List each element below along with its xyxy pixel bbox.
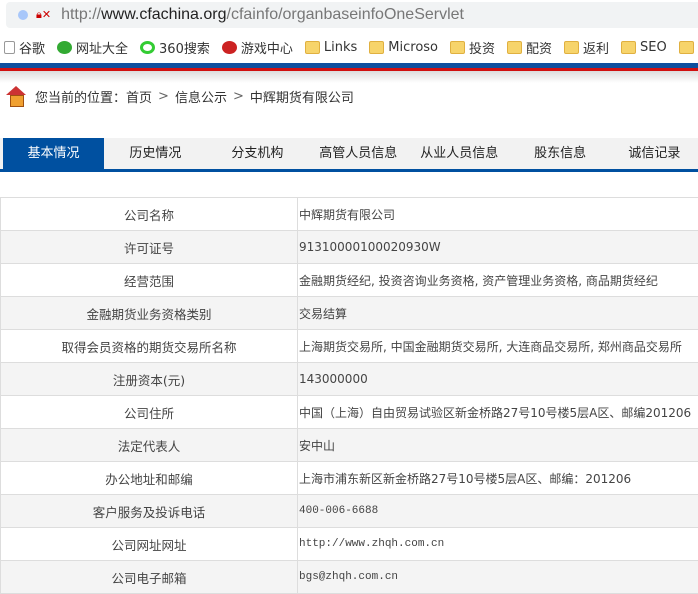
table-row: 经营范围 金融期货经纪, 投资咨询业务资格, 资产管理业务资格, 商品期货经纪 [0, 263, 698, 297]
hao123-icon [57, 40, 73, 54]
bookmark-google[interactable]: 谷歌 [4, 38, 45, 57]
breadcrumb-current: 中辉期货有限公司 [249, 90, 354, 106]
table-row: 金融期货业务资格类别 交易结算 [0, 296, 698, 330]
field-value: 143000000 [297, 362, 698, 396]
field-value: 上海市浦东新区新金桥路27号10号楼5层A区、邮编：201206 [297, 461, 698, 495]
table-row: 客户服务及投诉电话 400-006-6688 [0, 494, 698, 528]
page-icon [4, 40, 15, 54]
field-value: 交易结算 [297, 296, 698, 330]
bookmark-links[interactable]: Links [304, 39, 358, 55]
address-bar[interactable]: 🔒︎✕ http://www.cfachina.org/cfainfo/orga… [6, 2, 698, 28]
url-domain: www.cfachina.org [101, 6, 227, 23]
field-value: 中辉期货有限公司 [297, 197, 698, 231]
bookmark-label: 返利 [583, 41, 610, 57]
bookmarks-bar: 谷歌 网址大全 360搜索 游戏中心 Links Microso 投资 配资 返… [0, 34, 698, 60]
tab-credit-records[interactable]: 诚信记录 [611, 138, 698, 169]
field-label: 注册资本(元) [0, 362, 298, 396]
folder-icon [369, 40, 385, 54]
bookmark-label: 投资 [469, 41, 496, 57]
bookmark-label: 配资 [526, 41, 553, 57]
folder-icon [507, 40, 523, 54]
field-label: 经营范围 [0, 263, 298, 297]
breadcrumb-prefix: 您当前的位置： [35, 90, 127, 106]
breadcrumb-info[interactable]: 信息公示 [175, 87, 227, 106]
bookmark-360[interactable]: 360搜索 [140, 38, 210, 57]
bookmark-hao123[interactable]: 网址大全 [57, 38, 128, 57]
table-row: 公司住所 中国（上海）自由贸易试验区新金桥路27号10号楼5层A区、邮编20120… [0, 395, 698, 429]
bookmark-logistics[interactable]: 物流 [678, 38, 698, 57]
field-value: 安中山 [297, 428, 698, 462]
bookmark-label: 网址大全 [76, 41, 129, 57]
field-label: 公司网址网址 [0, 527, 298, 561]
field-value[interactable]: bgs@zhqh.com.cn [297, 560, 698, 594]
folder-icon [564, 40, 580, 54]
breadcrumb-separator: > [158, 88, 169, 104]
table-row: 许可证号 91310000100020930W [0, 230, 698, 264]
table-row: 注册资本(元) 143000000 [0, 362, 698, 396]
field-label: 办公地址和邮编 [0, 461, 298, 495]
bookmark-label: 360搜索 [159, 41, 210, 57]
folder-icon [304, 40, 320, 54]
tab-shareholders[interactable]: 股东信息 [510, 138, 611, 169]
bookmark-label: Links [323, 39, 358, 55]
breadcrumb: 您当前的位置： 首页 > 信息公示 > 中辉期货有限公司 [6, 86, 354, 107]
header-shadow [0, 71, 698, 83]
field-value: 中国（上海）自由贸易试验区新金桥路27号10号楼5层A区、邮编201206 [297, 395, 698, 429]
field-value: 400-006-6688 [297, 494, 698, 528]
table-row: 法定代表人 安中山 [0, 428, 698, 462]
bookmark-microsoft[interactable]: Microso [369, 40, 438, 55]
field-label: 公司电子邮箱 [0, 560, 298, 594]
bookmark-seo[interactable]: SEO [621, 40, 667, 55]
field-label: 许可证号 [0, 230, 298, 264]
field-value: 金融期货经纪, 投资咨询业务资格, 资产管理业务资格, 商品期货经纪 [297, 263, 698, 297]
table-row: 公司网址网址 http://www.zhqh.com.cn [0, 527, 698, 561]
company-info-table: 公司名称 中辉期货有限公司 许可证号 91310000100020930W 经营范围 金融… [0, 197, 698, 594]
folder-icon [450, 40, 465, 54]
table-row: 公司名称 中辉期货有限公司 [0, 197, 698, 231]
tab-basic-info[interactable]: 基本情况 [3, 138, 104, 169]
tab-executives[interactable]: 高管人员信息 [308, 138, 409, 169]
folder-icon [621, 40, 637, 54]
site-info-icon[interactable] [18, 10, 28, 20]
field-value: 91310000100020930W [297, 230, 698, 264]
field-label: 金融期货业务资格类别 [0, 296, 298, 330]
bookmark-label: 谷歌 [19, 41, 46, 57]
360-icon [140, 40, 156, 54]
insecure-lock-icon[interactable]: 🔒︎✕ [36, 8, 51, 22]
field-value[interactable]: http://www.zhqh.com.cn [297, 527, 698, 561]
bookmark-games[interactable]: 游戏中心 [221, 38, 293, 57]
url-prefix: http:// [61, 6, 102, 23]
bookmark-rebate[interactable]: 返利 [564, 38, 609, 57]
tab-branches[interactable]: 分支机构 [207, 138, 308, 169]
field-label: 取得会员资格的期货交易所名称 [0, 329, 298, 363]
game-icon [221, 40, 237, 54]
table-row: 公司电子邮箱 bgs@zhqh.com.cn [0, 560, 698, 594]
field-label: 法定代表人 [0, 428, 298, 462]
tab-employees[interactable]: 从业人员信息 [409, 138, 510, 169]
table-row: 办公地址和邮编 上海市浦东新区新金桥路27号10号楼5层A区、邮编：201206 [0, 461, 698, 495]
bookmark-peizi[interactable]: 配资 [507, 38, 552, 57]
url-path: /cfainfo/organbaseinfoOneServlet [226, 6, 464, 23]
bookmark-invest[interactable]: 投资 [450, 38, 495, 57]
tab-bar: 基本情况 历史情况 分支机构 高管人员信息 从业人员信息 股东信息 诚信记录 [0, 138, 698, 172]
bookmark-label: SEO [640, 39, 667, 55]
home-icon[interactable] [6, 86, 26, 107]
url-text[interactable]: http://www.cfachina.org/cfainfo/organbas… [61, 6, 464, 24]
breadcrumb-home[interactable]: 首页 [126, 87, 152, 106]
field-label: 公司住所 [0, 395, 298, 429]
tab-history[interactable]: 历史情况 [104, 138, 207, 169]
bookmark-label: 游戏中心 [240, 41, 293, 57]
breadcrumb-separator: > [232, 88, 244, 104]
bookmark-label: Microso [388, 39, 438, 55]
field-label: 客户服务及投诉电话 [0, 494, 298, 528]
field-label: 公司名称 [0, 197, 298, 231]
table-row: 取得会员资格的期货交易所名称 上海期货交易所, 中国金融期货交易所, 大连商品交易… [0, 329, 698, 363]
folder-icon [678, 40, 694, 54]
field-value: 上海期货交易所, 中国金融期货交易所, 大连商品交易所, 郑州商品交易所 [297, 329, 698, 363]
